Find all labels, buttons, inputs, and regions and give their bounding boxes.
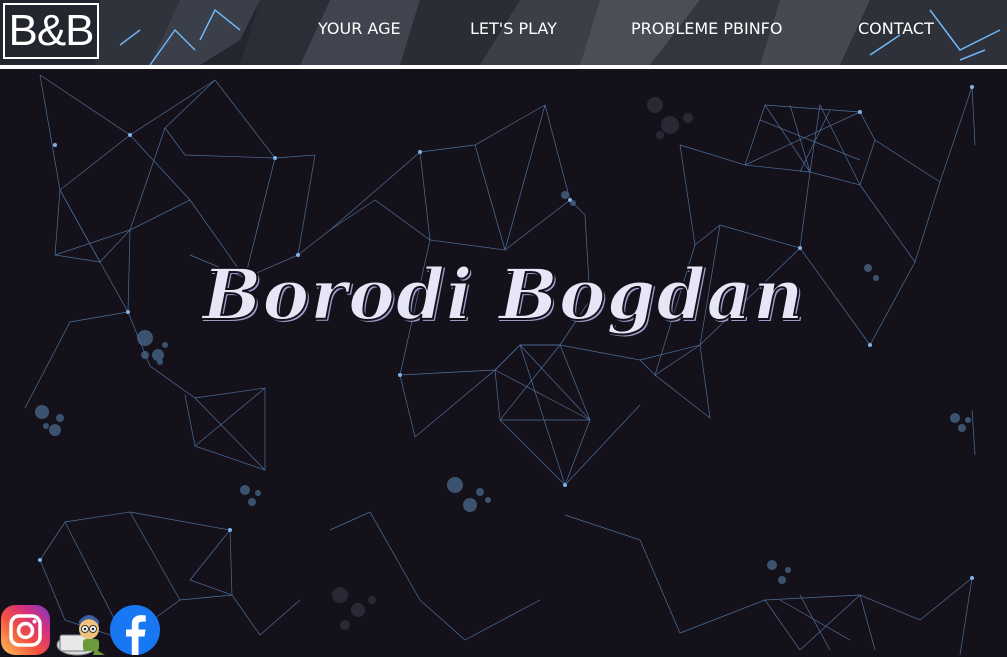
main-nav: YOUR AGE LET'S PLAY PROBLEME PBINFO CONT…: [0, 17, 1007, 41]
nav-probleme-pbinfo[interactable]: PROBLEME PBINFO: [631, 17, 782, 41]
nav-lets-play[interactable]: LET'S PLAY: [470, 17, 557, 41]
instagram-link[interactable]: [0, 603, 52, 657]
hero-title: Borodi Bogdan: [201, 252, 805, 337]
page: B&B YOUR AGE LET'S PLAY PROBLEME PBINFO …: [0, 0, 1007, 657]
nav-your-age[interactable]: YOUR AGE: [318, 17, 401, 41]
pbinfo-icon: [56, 615, 105, 656]
header-divider: [0, 65, 1007, 69]
header-bar: B&B YOUR AGE LET'S PLAY PROBLEME PBINFO …: [0, 0, 1007, 65]
instagram-icon: [1, 605, 50, 655]
facebook-link[interactable]: [110, 603, 162, 657]
social-links: [0, 603, 170, 657]
facebook-icon: [110, 605, 160, 655]
nav-contact[interactable]: CONTACT: [858, 17, 934, 41]
pbinfo-link[interactable]: [55, 603, 107, 657]
